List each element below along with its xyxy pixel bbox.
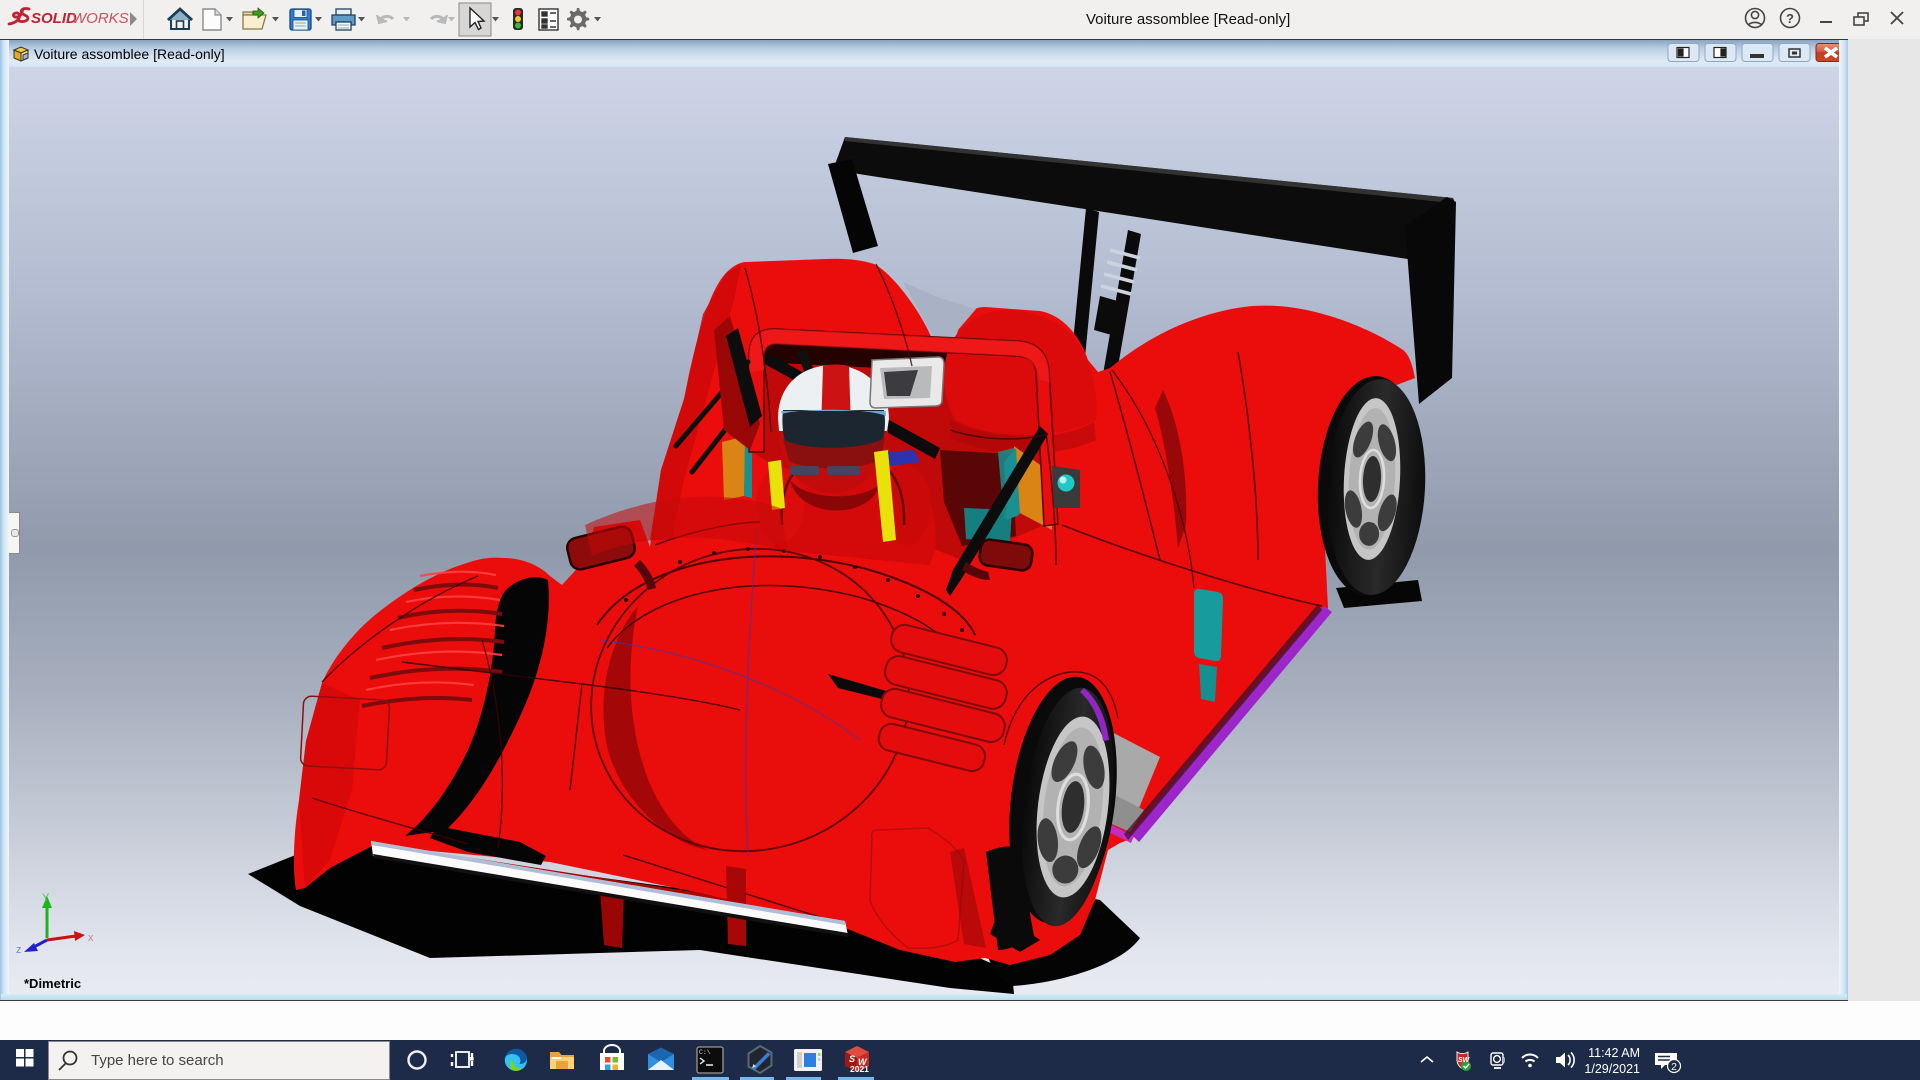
svg-text:1/29/2021: 1/29/2021 <box>1584 1062 1640 1076</box>
svg-text:SW: SW <box>1458 1057 1471 1064</box>
svg-text:11:42 AM: 11:42 AM <box>1588 1046 1640 1060</box>
svg-text:?: ? <box>1786 11 1794 26</box>
svg-text:x: x <box>88 932 94 944</box>
svg-text:SOLID: SOLID <box>31 10 77 27</box>
svg-text:Y: Y <box>42 892 50 904</box>
svg-text:C:\: C:\ <box>699 1049 711 1056</box>
svg-text:2: 2 <box>1671 1061 1677 1073</box>
svg-text:WORKS: WORKS <box>72 10 129 27</box>
svg-text:z: z <box>16 944 22 956</box>
svg-text:S: S <box>849 1054 855 1064</box>
svg-text:2021: 2021 <box>850 1064 869 1074</box>
